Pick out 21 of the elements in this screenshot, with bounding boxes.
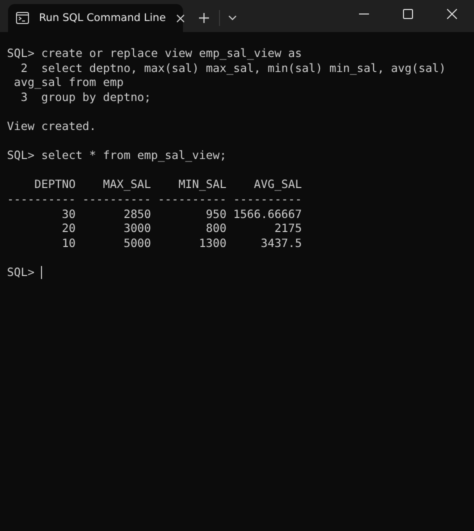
maximize-icon[interactable]: [403, 9, 413, 19]
terminal-line: SQL> select * from emp_sal_view;: [7, 148, 228, 163]
terminal-line: DEPTNO MAX_SAL MIN_SAL AVG_SAL: [33, 177, 303, 192]
terminal-line: View created.: [7, 118, 98, 134]
sql-prompt: SQL>: [7, 264, 34, 280]
terminal-line: 2 select deptno, max(sal) max_sal, min(sal) min_sal, avg(sal): [20, 60, 447, 76]
terminal-line: 10 5000 1300 3437.5: [60, 236, 303, 250]
tab-title: Run SQL Command Line: [39, 12, 166, 24]
terminal-tab[interactable]: Run SQL Command Line: [8, 4, 183, 32]
terminal-line: 3 group by deptno;: [20, 90, 152, 104]
close-tab-icon[interactable]: [176, 14, 185, 22]
terminal-icon: [16, 12, 29, 24]
terminal-line: 30 2850 950 1566.66667: [60, 206, 303, 222]
terminal-line: 20 3000 800 2175: [60, 221, 303, 236]
chevron-down-icon[interactable]: [228, 15, 237, 21]
text-cursor: [41, 266, 42, 279]
terminal-line: ---------- ---------- ---------- ----------: [7, 192, 303, 207]
terminal-line: avg_sal from emp: [12, 75, 125, 90]
close-icon[interactable]: [447, 9, 457, 19]
terminal-line: SQL> create or replace view emp_sal_view as: [7, 46, 303, 61]
new-tab-icon[interactable]: [199, 13, 209, 23]
